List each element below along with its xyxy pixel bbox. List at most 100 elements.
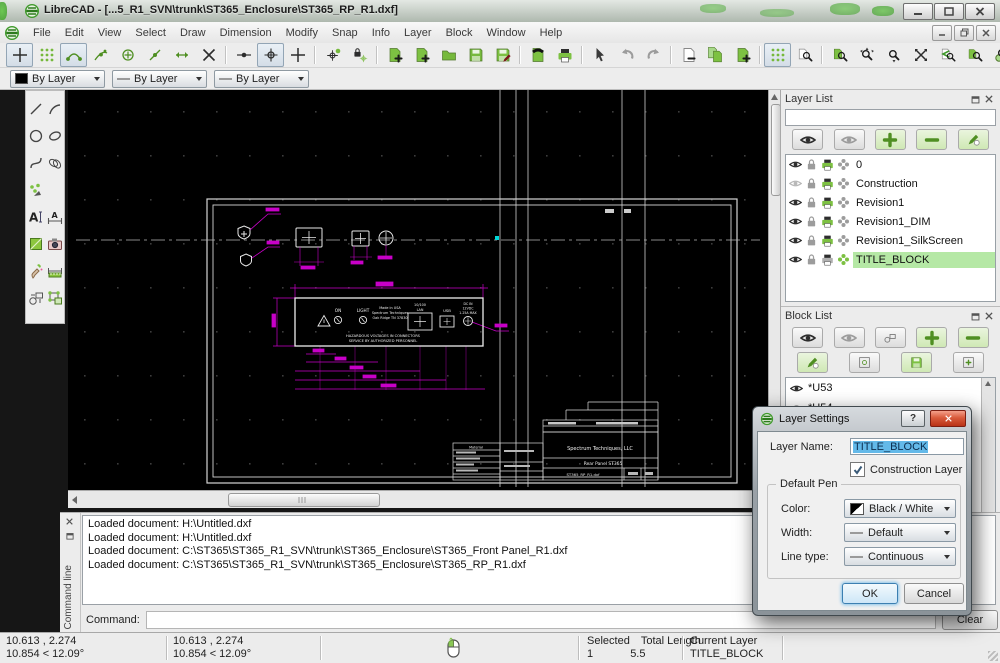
save-as-icon[interactable] bbox=[489, 43, 516, 67]
new-document-icon[interactable] bbox=[381, 43, 408, 67]
freeze-all-blocks-icon[interactable] bbox=[834, 327, 865, 348]
snap-middle-icon[interactable] bbox=[141, 43, 168, 67]
tool-hatch-icon[interactable] bbox=[26, 230, 45, 257]
open-file-icon[interactable] bbox=[435, 43, 462, 67]
layer-row-selected[interactable]: TITLE_BLOCK bbox=[786, 250, 995, 269]
set-relative-zero-icon[interactable] bbox=[319, 43, 346, 67]
zoom-in-icon[interactable] bbox=[853, 43, 880, 67]
drawing-canvas[interactable]: ON LIGHT Made in USA Spectrum Techniques… bbox=[68, 90, 768, 490]
horizontal-scroll-thumb[interactable] bbox=[228, 493, 380, 507]
menu-info[interactable]: Info bbox=[365, 24, 397, 42]
add-layer-icon[interactable] bbox=[875, 129, 906, 150]
print-preview-icon[interactable] bbox=[524, 43, 551, 67]
print-icon[interactable] bbox=[551, 43, 578, 67]
save-block-icon[interactable] bbox=[901, 352, 932, 373]
restrict-nothing-icon[interactable] bbox=[230, 43, 257, 67]
lock-relative-zero-icon[interactable] bbox=[346, 43, 373, 67]
snap-on-entity-icon[interactable] bbox=[87, 43, 114, 67]
snap-center-icon[interactable] bbox=[114, 43, 141, 67]
defreeze-all-blocks-icon[interactable] bbox=[792, 327, 823, 348]
color-select[interactable]: Black / White bbox=[844, 499, 956, 518]
tool-dimension-icon[interactable]: A bbox=[45, 203, 64, 230]
horizontal-scrollbar[interactable] bbox=[68, 490, 768, 508]
tool-ellipse-arc-icon[interactable] bbox=[45, 149, 64, 176]
layer-row[interactable]: Revision1_SilkScreen bbox=[786, 231, 995, 250]
tool-spline-icon[interactable] bbox=[26, 149, 45, 176]
menu-window[interactable]: Window bbox=[479, 24, 532, 42]
tool-ellipse-icon[interactable] bbox=[45, 122, 64, 149]
redo-icon[interactable] bbox=[640, 43, 667, 67]
width-select[interactable]: Default bbox=[844, 523, 956, 542]
menu-select[interactable]: Select bbox=[128, 24, 173, 42]
snap-intersection-icon[interactable] bbox=[195, 43, 222, 67]
tool-block-icon[interactable] bbox=[26, 284, 45, 311]
title-bar[interactable]: LibreCAD - [...5_R1_SVN\trunk\ST365_Encl… bbox=[0, 0, 1000, 23]
save-icon[interactable] bbox=[462, 43, 489, 67]
pen-color-selector[interactable]: By Layer bbox=[10, 70, 105, 88]
pen-width-selector[interactable]: By Layer bbox=[112, 70, 207, 88]
menu-snap[interactable]: Snap bbox=[325, 24, 365, 42]
add-block-icon[interactable] bbox=[916, 327, 947, 348]
layer-name-input[interactable]: TITLE_BLOCK bbox=[850, 438, 964, 455]
zoom-pan-icon[interactable] bbox=[988, 43, 1000, 67]
attributes-block-icon[interactable] bbox=[797, 352, 828, 373]
cancel-button[interactable]: Cancel bbox=[904, 583, 964, 604]
tool-line-icon[interactable] bbox=[26, 95, 45, 122]
zoom-auto-icon[interactable] bbox=[907, 43, 934, 67]
block-row[interactable]: *U53 bbox=[786, 378, 995, 398]
remove-layer-icon[interactable] bbox=[916, 129, 947, 150]
menu-block[interactable]: Block bbox=[439, 24, 480, 42]
snap-grid-icon[interactable] bbox=[33, 43, 60, 67]
select-pointer-icon[interactable] bbox=[586, 43, 613, 67]
close-panel-icon[interactable] bbox=[982, 310, 996, 322]
paste-icon[interactable] bbox=[729, 43, 756, 67]
float-panel-icon[interactable] bbox=[64, 530, 75, 541]
layer-row[interactable]: Construction bbox=[786, 174, 995, 193]
close-panel-icon[interactable] bbox=[64, 516, 75, 527]
tool-image-icon[interactable] bbox=[45, 230, 64, 257]
layer-row[interactable]: 0 bbox=[786, 155, 995, 174]
dialog-close-icon[interactable] bbox=[930, 410, 966, 427]
menu-edit[interactable]: Edit bbox=[58, 24, 91, 42]
zoom-out-icon[interactable] bbox=[880, 43, 907, 67]
tool-edit-entity-icon[interactable] bbox=[26, 257, 45, 284]
scroll-left-icon[interactable] bbox=[72, 496, 77, 504]
menu-draw[interactable]: Draw bbox=[173, 24, 213, 42]
menu-help[interactable]: Help bbox=[533, 24, 570, 42]
menu-dimension[interactable]: Dimension bbox=[213, 24, 279, 42]
block-list-scrollbar[interactable] bbox=[981, 378, 995, 520]
menu-view[interactable]: View bbox=[91, 24, 129, 42]
new-from-template-icon[interactable] bbox=[408, 43, 435, 67]
tool-text-icon[interactable]: A bbox=[26, 203, 45, 230]
layer-filter-input[interactable] bbox=[785, 109, 996, 126]
menu-file[interactable]: File bbox=[26, 24, 58, 42]
layer-row[interactable]: Revision1_DIM bbox=[786, 212, 995, 231]
modify-layer-icon[interactable] bbox=[958, 129, 989, 150]
help-icon[interactable]: ? bbox=[901, 410, 925, 427]
tool-arc-icon[interactable] bbox=[45, 95, 64, 122]
close-document-icon[interactable] bbox=[675, 43, 702, 67]
remove-block-icon[interactable] bbox=[958, 327, 989, 348]
defreeze-all-layers-icon[interactable] bbox=[792, 129, 823, 150]
dialog-title-bar[interactable]: Layer Settings ? bbox=[753, 407, 971, 430]
tool-measure-icon[interactable] bbox=[45, 257, 64, 284]
mdi-restore-icon[interactable] bbox=[954, 25, 974, 41]
float-panel-icon[interactable] bbox=[968, 93, 982, 105]
restrict-orthogonal-icon[interactable] bbox=[257, 43, 284, 67]
float-panel-icon[interactable] bbox=[968, 310, 982, 322]
linetype-select[interactable]: Continuous bbox=[844, 547, 956, 566]
close-icon[interactable] bbox=[965, 3, 995, 20]
resize-grip[interactable] bbox=[988, 651, 998, 661]
snap-free-icon[interactable] bbox=[6, 43, 33, 67]
mdi-minimize-icon[interactable] bbox=[932, 25, 952, 41]
close-panel-icon[interactable] bbox=[982, 93, 996, 105]
grid-toggle-icon[interactable] bbox=[764, 43, 791, 67]
edit-block-icon[interactable] bbox=[849, 352, 880, 373]
menu-modify[interactable]: Modify bbox=[279, 24, 325, 42]
zoom-window-icon[interactable] bbox=[826, 43, 853, 67]
mdi-close-icon[interactable] bbox=[976, 25, 996, 41]
freeze-all-layers-icon[interactable] bbox=[834, 129, 865, 150]
pen-linetype-selector[interactable]: By Layer bbox=[214, 70, 309, 88]
toggle-block-visibility-icon[interactable] bbox=[875, 327, 906, 348]
zoom-previous-icon[interactable] bbox=[934, 43, 961, 67]
